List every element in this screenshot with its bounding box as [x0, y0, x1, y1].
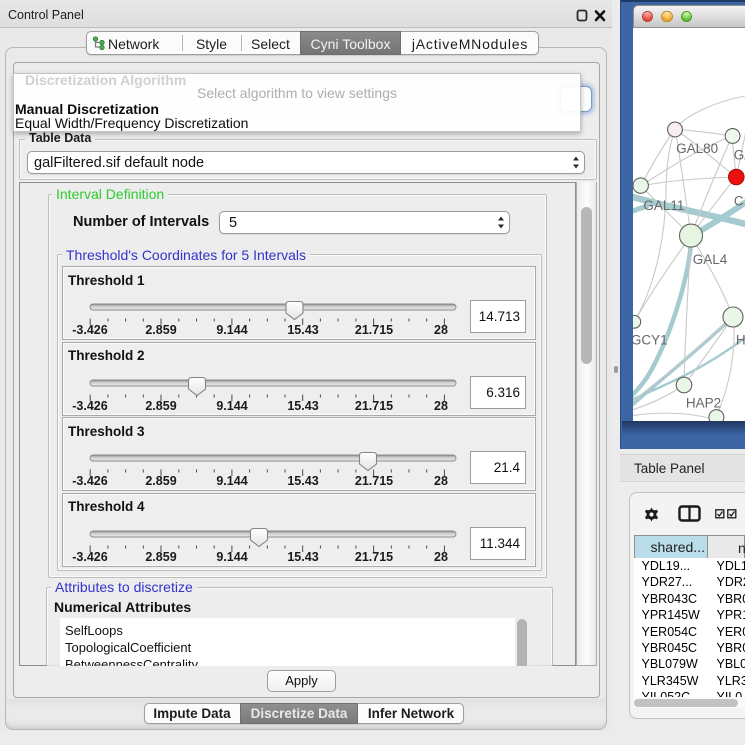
svg-text:GA: GA: [734, 148, 745, 163]
svg-text:H: H: [736, 333, 745, 348]
svg-text:GAL80: GAL80: [676, 141, 718, 156]
svg-text:GAL4: GAL4: [693, 252, 728, 267]
svg-text:GAL11: GAL11: [643, 198, 684, 213]
svg-text:HAP2: HAP2: [686, 396, 721, 411]
svg-text:GCY1: GCY1: [633, 333, 668, 348]
svg-text:C: C: [734, 194, 744, 209]
